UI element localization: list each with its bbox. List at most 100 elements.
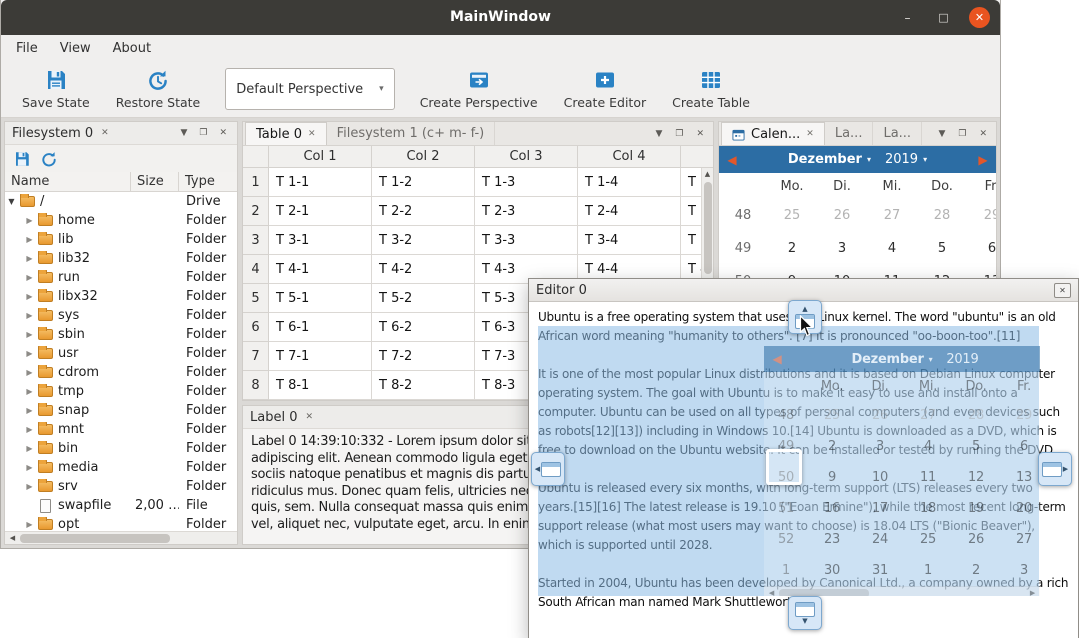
tab-label-2[interactable]: La...: [873, 122, 922, 145]
branch-collapsed-icon[interactable]: ▶: [23, 235, 36, 244]
tree-row[interactable]: swapfile2,00 …File: [5, 496, 237, 515]
branch-collapsed-icon[interactable]: ▶: [23, 273, 36, 282]
tab-label-3[interactable]: La...: [922, 122, 929, 145]
tree-row[interactable]: ▶binFolder: [5, 439, 237, 458]
calendar-date[interactable]: 27: [867, 208, 917, 223]
menu-item-about[interactable]: About: [102, 37, 162, 60]
create-table-button[interactable]: Create Table: [663, 65, 759, 113]
tab-table-0[interactable]: Table 0✕: [245, 122, 327, 145]
row-header[interactable]: 8: [243, 371, 269, 400]
row-header[interactable]: 1: [243, 168, 269, 197]
row-header[interactable]: 7: [243, 342, 269, 371]
tree-row[interactable]: ▶usrFolder: [5, 344, 237, 363]
dock-drop-bottom-indicator[interactable]: ▼: [788, 596, 822, 630]
calendar-date[interactable]: 6: [967, 241, 996, 256]
close-button[interactable]: ✕: [969, 7, 990, 28]
table-cell[interactable]: T 2-2: [372, 197, 475, 226]
calendar-date[interactable]: 26: [817, 208, 867, 223]
tab-close-icon[interactable]: ✕: [806, 129, 814, 139]
table-cell[interactable]: T 1-1: [269, 168, 372, 197]
scrollbar-thumb[interactable]: [704, 182, 712, 274]
table-cell[interactable]: T 7-2: [372, 342, 475, 371]
table-cell[interactable]: T 2-4: [578, 197, 681, 226]
tab-close-icon[interactable]: ✕: [101, 128, 109, 138]
save-icon[interactable]: [13, 150, 31, 168]
tab-close-icon[interactable]: ✕: [308, 129, 316, 139]
tree-row[interactable]: ▶lib32Folder: [5, 249, 237, 268]
calendar-date[interactable]: 2: [767, 241, 817, 256]
branch-collapsed-icon[interactable]: ▶: [23, 444, 36, 453]
tree-row[interactable]: ▶snapFolder: [5, 401, 237, 420]
dock-close-icon[interactable]: ✕: [976, 129, 990, 139]
row-header[interactable]: 2: [243, 197, 269, 226]
tree-row[interactable]: ▶mediaFolder: [5, 458, 237, 477]
column-header-size[interactable]: Size: [131, 172, 179, 191]
dock-drop-right-indicator[interactable]: ▶: [1038, 452, 1072, 486]
branch-collapsed-icon[interactable]: ▶: [23, 406, 36, 415]
table-cell[interactable]: T 8-1: [269, 371, 372, 400]
scroll-left-icon[interactable]: ◀: [5, 534, 20, 542]
table-cell[interactable]: T 8-2: [372, 371, 475, 400]
row-header[interactable]: 5: [243, 284, 269, 313]
dock-float-icon[interactable]: ❐: [672, 129, 686, 139]
branch-collapsed-icon[interactable]: ▶: [23, 482, 36, 491]
dock-drop-center-indicator[interactable]: [766, 449, 802, 485]
maximize-button[interactable]: □: [933, 7, 954, 28]
tree-row[interactable]: ▶sysFolder: [5, 306, 237, 325]
table-cell[interactable]: T 3-2: [372, 226, 475, 255]
table-cell[interactable]: T 1-4: [578, 168, 681, 197]
restore-state-button[interactable]: Restore State: [107, 65, 210, 113]
scrollbar-thumb[interactable]: [20, 534, 170, 543]
tab-filesystem-1[interactable]: Filesystem 1 (c+ m- f-): [327, 122, 496, 145]
calendar-date[interactable]: 29: [967, 208, 996, 223]
save-state-button[interactable]: Save State: [13, 65, 99, 113]
branch-collapsed-icon[interactable]: ▶: [23, 216, 36, 225]
tree-row[interactable]: ▶optFolder: [5, 515, 237, 531]
dock-close-icon[interactable]: ✕: [693, 129, 707, 139]
create-editor-button[interactable]: Create Editor: [555, 65, 656, 113]
branch-collapsed-icon[interactable]: ▶: [23, 520, 36, 529]
filesystem-column-headers[interactable]: NameSizeType: [5, 172, 237, 192]
branch-collapsed-icon[interactable]: ▶: [23, 311, 36, 320]
branch-expanded-icon[interactable]: ▼: [5, 197, 18, 206]
restore-icon[interactable]: [40, 150, 58, 168]
scroll-up-icon[interactable]: ▲: [702, 168, 714, 180]
calendar-month[interactable]: Dezember: [788, 152, 862, 167]
tree-row[interactable]: ▶libx32Folder: [5, 287, 237, 306]
table-cell[interactable]: T 4-1: [269, 255, 372, 284]
column-header[interactable]: Col 5: [681, 146, 713, 168]
calendar-date[interactable]: 25: [767, 208, 817, 223]
column-header-type[interactable]: Type: [179, 172, 237, 191]
editor-content[interactable]: Ubuntu is a free operating system that u…: [529, 302, 1078, 638]
table-cell[interactable]: T 4-2: [372, 255, 475, 284]
dock-float-icon[interactable]: ❐: [196, 128, 210, 138]
tree-row[interactable]: ▶homeFolder: [5, 211, 237, 230]
menu-item-file[interactable]: File: [5, 37, 49, 60]
editor-close-button[interactable]: ✕: [1054, 283, 1071, 298]
row-header[interactable]: 6: [243, 313, 269, 342]
table-cell[interactable]: T 7-1: [269, 342, 372, 371]
table-cell[interactable]: T 1-2: [372, 168, 475, 197]
perspective-combobox[interactable]: Default Perspective ▾: [225, 68, 394, 110]
table-cell[interactable]: T 5-2: [372, 284, 475, 313]
tree-row[interactable]: ▶libFolder: [5, 230, 237, 249]
table-cell[interactable]: T 6-2: [372, 313, 475, 342]
calendar-year[interactable]: 2019: [885, 152, 918, 167]
calendar-date[interactable]: 5: [917, 241, 967, 256]
calendar-date[interactable]: 3: [817, 241, 867, 256]
tree-row[interactable]: ▶srvFolder: [5, 477, 237, 496]
menu-item-view[interactable]: View: [49, 37, 102, 60]
column-header[interactable]: Col 4: [578, 146, 681, 168]
branch-collapsed-icon[interactable]: ▶: [23, 463, 36, 472]
editor-titlebar[interactable]: Editor 0 ✕: [529, 279, 1078, 302]
tab-calendar[interactable]: Calen...✕: [721, 122, 825, 145]
calendar-date[interactable]: 28: [917, 208, 967, 223]
tree-row[interactable]: ▶cdromFolder: [5, 363, 237, 382]
table-cell[interactable]: T 5-1: [269, 284, 372, 313]
branch-collapsed-icon[interactable]: ▶: [23, 425, 36, 434]
branch-collapsed-icon[interactable]: ▶: [23, 368, 36, 377]
calendar-prev-icon[interactable]: ◀: [719, 153, 745, 167]
column-header-name[interactable]: Name: [5, 172, 131, 191]
create-perspective-button[interactable]: Create Perspective: [411, 65, 547, 113]
tree-row[interactable]: ▶mntFolder: [5, 420, 237, 439]
